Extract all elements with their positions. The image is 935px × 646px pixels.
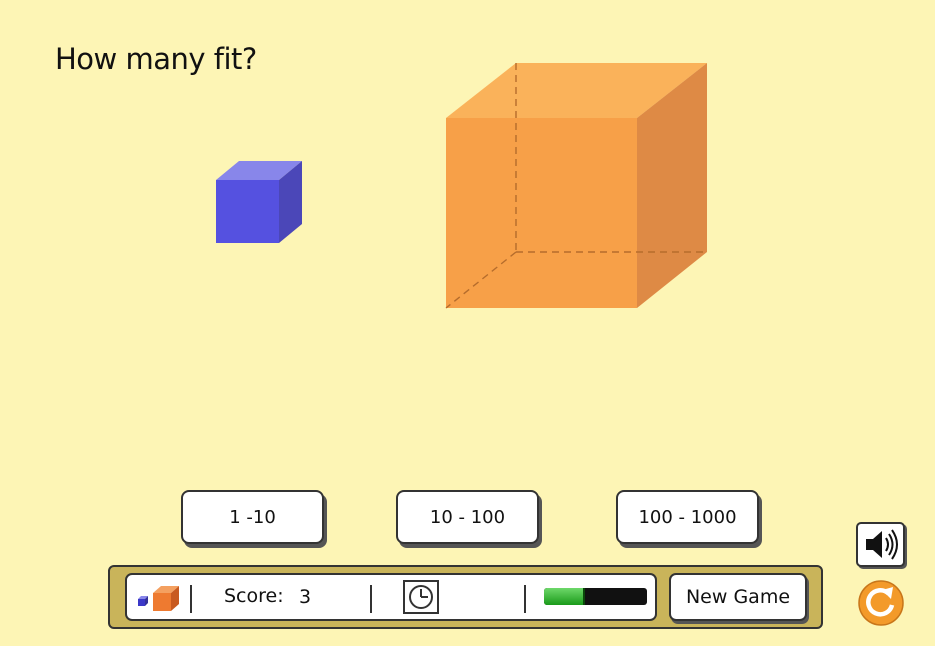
reset-button[interactable] <box>857 579 905 631</box>
status-bar: Score: 3 New Game <box>108 565 823 629</box>
cubes-icon <box>138 586 179 611</box>
new-game-button[interactable]: New Game <box>669 573 807 621</box>
sound-button[interactable] <box>856 522 905 567</box>
score-label: Score: <box>224 585 284 607</box>
status-panel: Score: 3 <box>125 573 657 621</box>
answer-button-1-10[interactable]: 1 -10 <box>181 490 324 544</box>
divider <box>524 585 526 613</box>
timer-progress-fill <box>544 588 586 605</box>
divider <box>190 585 192 613</box>
big-cube <box>445 63 707 309</box>
score-value: 3 <box>299 586 312 608</box>
divider <box>370 585 372 613</box>
answer-button-100-1000[interactable]: 100 - 1000 <box>616 490 759 544</box>
reset-icon <box>858 580 904 626</box>
question-title: How many fit? <box>55 42 257 76</box>
answer-button-10-100[interactable]: 10 - 100 <box>396 490 539 544</box>
clock-icon <box>403 580 439 614</box>
timer-progress-bar <box>544 588 647 605</box>
speaker-icon <box>866 529 898 560</box>
small-cube <box>216 161 302 243</box>
